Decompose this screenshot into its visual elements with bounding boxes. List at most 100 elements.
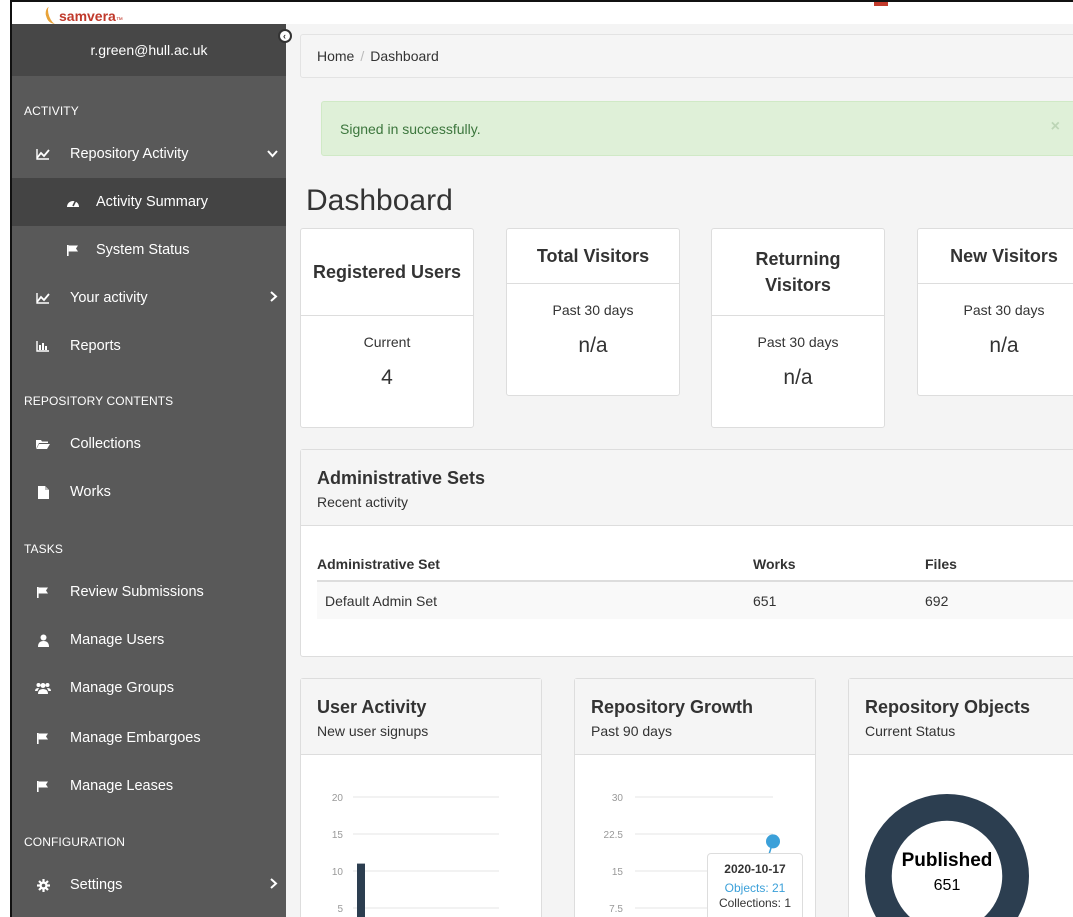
breadcrumb-separator: / [360,48,365,64]
stat-title: Total Visitors [507,229,679,284]
success-alert: Signed in successfully. × [321,101,1073,156]
users-icon [34,682,52,694]
table-cell: 692 [925,581,1073,619]
admin-sets-table: Administrative Set Works Files Default A… [317,548,1073,619]
stat-total-visitors: Total Visitors Past 30 days n/a [506,228,680,396]
user-icon [34,634,52,647]
line-chart-icon [34,148,52,160]
donut-center-value: 651 [933,877,961,894]
bar-chart-icon [34,340,52,352]
chevron-down-icon [267,147,278,161]
breadcrumb: Home / Dashboard [300,34,1073,78]
sidebar-item-works[interactable]: Works [12,468,286,516]
repository-growth-panel: Repository Growth Past 90 days 30 22.5 15 7… [574,678,816,917]
folder-open-icon [34,438,52,450]
y-tick-label: 15 [332,830,344,841]
flag-icon [64,244,82,256]
sidebar-item-settings[interactable]: Settings [12,861,286,909]
y-tick-label: 7.5 [609,904,623,915]
stat-subtitle: Past 30 days [963,302,1045,318]
donut-center-label: Published [901,850,993,871]
table-cell: 651 [753,581,925,619]
samvera-logo[interactable]: samvera ™ [44,2,123,24]
stat-title: New Visitors [918,229,1073,284]
sidebar-item-label: Settings [70,877,123,893]
flag-icon [34,586,52,598]
y-tick-label: 15 [612,867,624,878]
chart-tooltip: 2020-10-17 Objects: 21 Collections: 1 [707,853,803,917]
stat-value: n/a [783,366,813,389]
user-activity-panel: User Activity New user signups 20 15 10 5 [300,678,542,917]
tooltip-date: 2020-10-17 [724,862,786,876]
sidebar-item-manage-groups[interactable]: Manage Groups [12,664,286,712]
sidebar-item-label: Manage Users [70,632,165,648]
stat-subtitle: Past 30 days [552,302,634,318]
sidebar-item-label: Manage Groups [70,680,174,696]
main-content: Home / Dashboard Signed in successfully.… [300,24,1073,917]
stat-returning-visitors: Returning Visitors Past 30 days n/a [711,228,885,428]
sidebar-item-manage-embargoes[interactable]: Manage Embargoes [12,714,286,762]
stat-title: Returning Visitors [712,229,884,316]
bar[interactable] [357,863,365,917]
sidebar-item-review-submissions[interactable]: Review Submissions [12,568,286,616]
sidebar-item-reports[interactable]: Reports [12,322,286,370]
column-header: Files [925,548,1073,582]
brand-name: samvera [59,8,116,24]
sidebar-item-repository-activity[interactable]: Repository Activity [12,130,286,178]
sidebar-item-label: Review Submissions [70,584,204,600]
table-row[interactable]: Default Admin Set 651 692 [317,581,1073,619]
dashboard-icon [64,196,82,208]
sidebar-item-manage-users[interactable]: Manage Users [12,616,286,664]
y-tick-label: 20 [332,793,344,804]
sidebar-item-label: Works [70,484,111,500]
section-configuration: CONFIGURATION [24,835,126,849]
section-activity: ACTIVITY [24,104,79,118]
sidebar-item-your-activity[interactable]: Your activity [12,274,286,322]
data-point[interactable] [766,834,780,849]
close-icon[interactable]: × [1051,118,1060,136]
sidebar-item-system-status[interactable]: System Status [12,226,286,274]
page-title: Dashboard [306,184,453,217]
line-chart-icon [34,292,52,304]
flag-icon [34,780,52,792]
tooltip-objects: Objects: 21 [724,881,786,895]
user-email-label: r.green@hull.ac.uk [90,42,208,58]
panel-title: Administrative Sets [317,468,486,488]
sidebar-item-label: Your activity [70,290,148,306]
column-header: Works [753,548,925,582]
file-icon [34,485,52,499]
stat-subtitle: Current [363,334,411,350]
chevron-left-icon: ‹ [283,30,286,41]
sidebar-item-label: Collections [70,436,141,452]
section-tasks: TASKS [24,542,63,556]
column-header: Administrative Set [317,548,753,582]
admin-sets-panel: Administrative Sets Recent activity Admi… [300,449,1073,657]
stat-value: 4 [381,366,393,389]
header-accent [874,2,888,6]
y-tick-label: 5 [337,904,343,915]
sidebar-item-label: System Status [96,242,190,258]
y-tick-label: 10 [332,867,344,878]
breadcrumb-current: Dashboard [370,48,439,64]
stat-new-visitors: New Visitors Past 30 days n/a [917,228,1073,396]
alert-message: Signed in successfully. [340,120,481,137]
samvera-logo-icon [44,6,58,24]
stat-title: Registered Users [301,229,473,316]
panel-heading: Administrative Sets Recent activity [301,450,1073,526]
sidebar-item-collections[interactable]: Collections [12,420,286,468]
tooltip-collections: Collections: 1 [718,896,792,910]
user-activity-chart: 20 15 10 5 [332,793,499,917]
stat-subtitle: Past 30 days [757,334,839,350]
y-tick-label: 30 [612,793,624,804]
repository-objects-panel: Repository Objects Current Status Publis… [848,678,1073,917]
sidebar-item-manage-leases[interactable]: Manage Leases [12,762,286,810]
chevron-right-icon [270,291,278,305]
sidebar-item-activity-summary[interactable]: Activity Summary [12,178,286,226]
app-window: samvera ™ r.green@hull.ac.uk ‹ ACTIVITY R… [10,0,1073,917]
sidebar-collapse-button[interactable]: ‹ [278,29,292,43]
y-tick-label: 22.5 [604,830,624,841]
breadcrumb-home[interactable]: Home [317,48,354,64]
stat-value: n/a [989,334,1019,357]
user-email[interactable]: r.green@hull.ac.uk [12,24,286,76]
sidebar-item-label: Repository Activity [70,146,189,162]
